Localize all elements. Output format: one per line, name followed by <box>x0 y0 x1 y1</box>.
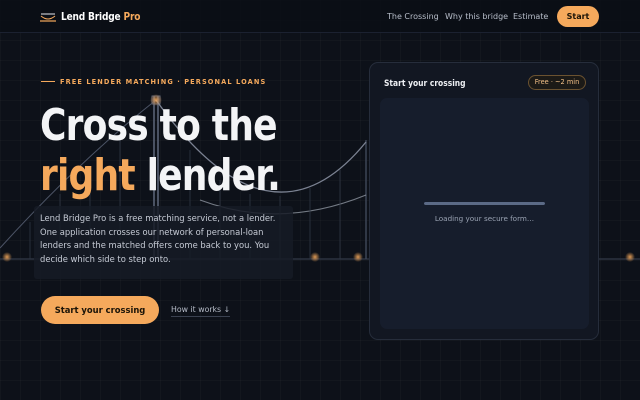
application-card: Start your crossing Free · ~2 min Loadin… <box>369 62 599 340</box>
headline-accent: right <box>40 150 136 201</box>
secure-form-placeholder: Loading your secure form… <box>380 98 589 329</box>
brand-suffix: Pro <box>123 11 141 23</box>
hero-description: Lend Bridge Pro is a free matching servi… <box>34 206 293 279</box>
brand-name-text: Lend Bridge <box>61 11 121 23</box>
bridge-icon <box>40 13 56 22</box>
nav-link-estimate[interactable]: Estimate <box>513 12 548 21</box>
how-it-works-link[interactable]: How it works ↓ <box>171 305 231 317</box>
headline-line-2: right lender. <box>40 151 311 201</box>
start-crossing-button[interactable]: Start your crossing <box>41 296 159 324</box>
loading-text: Loading your secure form… <box>434 214 535 223</box>
nav-start-button[interactable]: Start <box>557 6 599 27</box>
eyebrow-text: FREE LENDER MATCHING · PERSONAL LOANS <box>60 78 267 86</box>
eyebrow-rule <box>41 81 55 82</box>
free-time-badge: Free · ~2 min <box>528 75 586 90</box>
brand-logo[interactable]: Lend Bridge Pro <box>40 10 153 24</box>
top-nav: Lend Bridge Pro The Crossing Why this br… <box>0 0 640 33</box>
headline-line-1: Cross to the <box>40 100 278 151</box>
loading-bar <box>424 202 545 205</box>
loading-bar-fill <box>424 202 545 205</box>
brand-name: Lend Bridge Pro <box>61 11 140 23</box>
hero-headline: Cross to the right lender. <box>40 101 311 201</box>
nav-link-why-this-bridge[interactable]: Why this bridge <box>445 12 508 21</box>
headline-line-2-rest: lender. <box>146 150 281 201</box>
card-title: Start your crossing <box>384 78 466 88</box>
nav-link-the-crossing[interactable]: The Crossing <box>387 12 439 21</box>
